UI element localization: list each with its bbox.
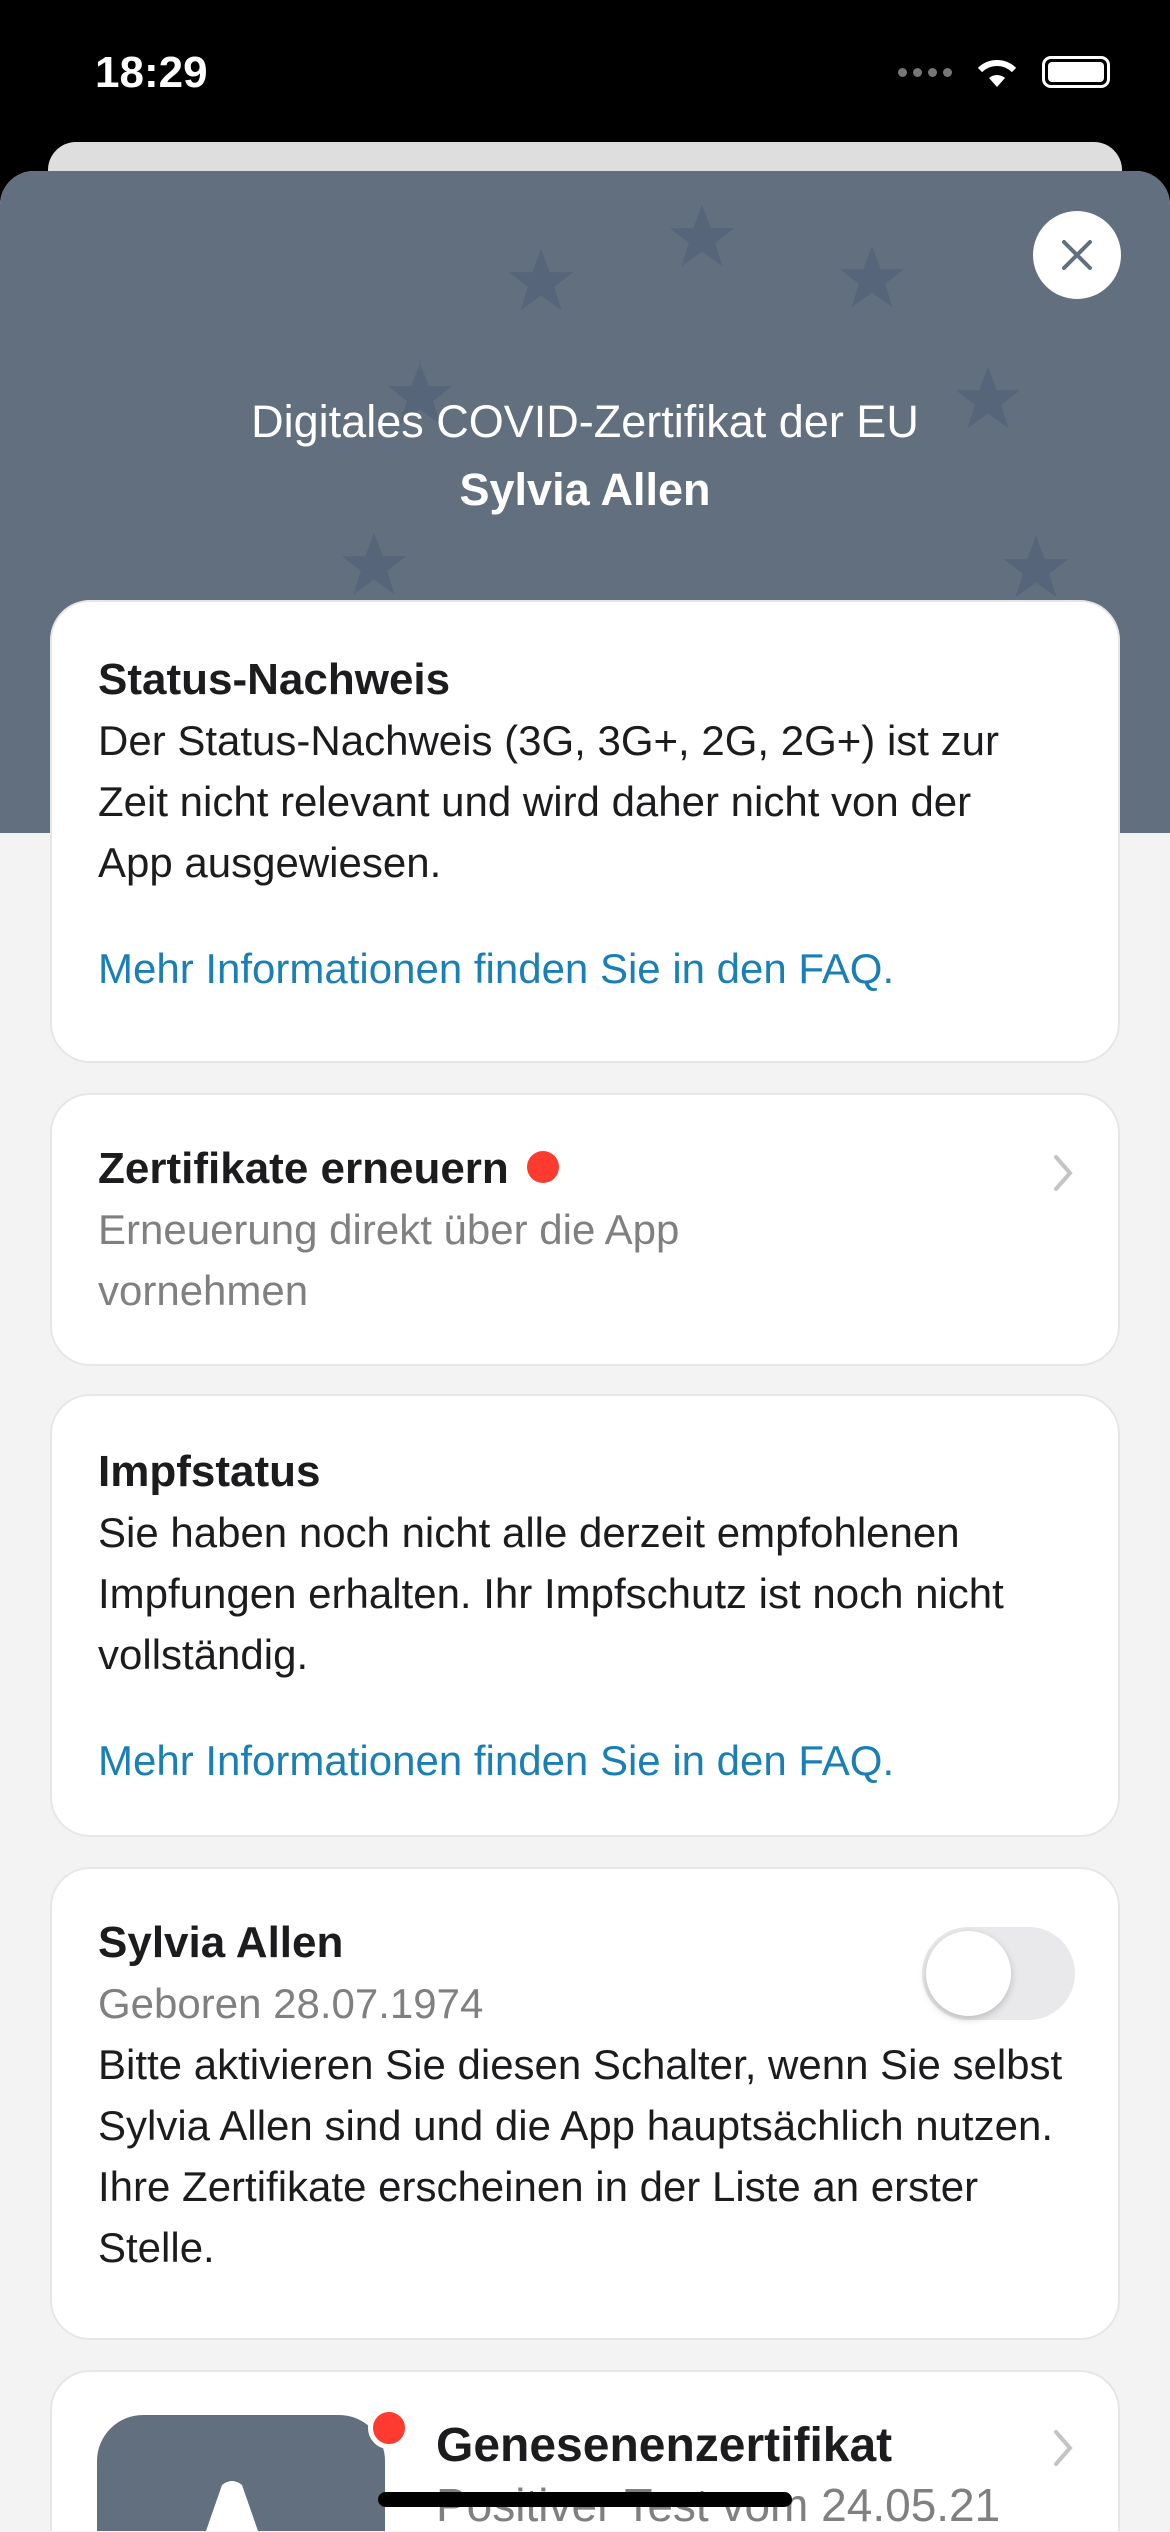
chevron-right-icon (1054, 1155, 1073, 1191)
status-faq-link[interactable]: Mehr Informationen finden Sie in den FAQ… (98, 938, 1072, 999)
star-icon (839, 245, 905, 308)
certificate-logo-icon (206, 2481, 258, 2531)
vaccination-title: Impfstatus (98, 1447, 321, 1496)
status-title: Status-Nachweis (98, 655, 451, 704)
star-icon (508, 248, 574, 311)
vaccination-status-card: Impfstatus Sie haben noch nicht alle der… (50, 1394, 1120, 1837)
renew-certificates-row[interactable]: Zertifikate erneuern Erneuerung direkt ü… (50, 1093, 1120, 1366)
status-time: 18:29 (95, 48, 208, 97)
status-bar: 18:29 (0, 0, 1170, 142)
renew-title: Zertifikate erneuern (98, 1144, 509, 1193)
header-name: Sylvia Allen (459, 464, 711, 515)
primary-user-toggle[interactable] (922, 1927, 1075, 2020)
certificate-title: Genesenenzertifikat (436, 2419, 893, 2472)
close-button[interactable] (1033, 211, 1121, 299)
person-card: Sylvia Allen Geboren 28.07.1974 Bitte ak… (50, 1867, 1120, 2340)
star-icon (669, 204, 735, 267)
chevron-right-icon (1054, 2430, 1073, 2466)
notification-badge (368, 2407, 410, 2449)
renew-subtitle: Erneuerung direkt über die App vornehmen (98, 1206, 680, 1314)
star-icon (1003, 535, 1069, 598)
certificate-thumbnail (97, 2415, 385, 2531)
notification-badge (526, 1151, 559, 1184)
person-body: Bitte aktivieren Sie diesen Schalter, we… (98, 2041, 1063, 2271)
signal-icon (898, 67, 952, 77)
vaccination-body: Sie haben noch nicht alle derzeit empfoh… (98, 1509, 1004, 1678)
close-icon (1062, 240, 1092, 270)
vaccination-faq-link[interactable]: Mehr Informationen finden Sie in den FAQ… (98, 1730, 1072, 1791)
star-icon (341, 532, 407, 595)
status-card: Status-Nachweis Der Status-Nachweis (3G,… (50, 600, 1120, 1063)
status-body: Der Status-Nachweis (3G, 3G+, 2G, 2G+) i… (98, 717, 999, 886)
wifi-icon (977, 59, 1017, 87)
header-title: Digitales COVID-Zertifikat der EU (251, 396, 919, 447)
battery-icon (1042, 56, 1110, 88)
home-indicator[interactable] (378, 2492, 792, 2507)
certificate-sheet: Digitales COVID-Zertifikat der EU Sylvia… (0, 171, 1170, 2532)
